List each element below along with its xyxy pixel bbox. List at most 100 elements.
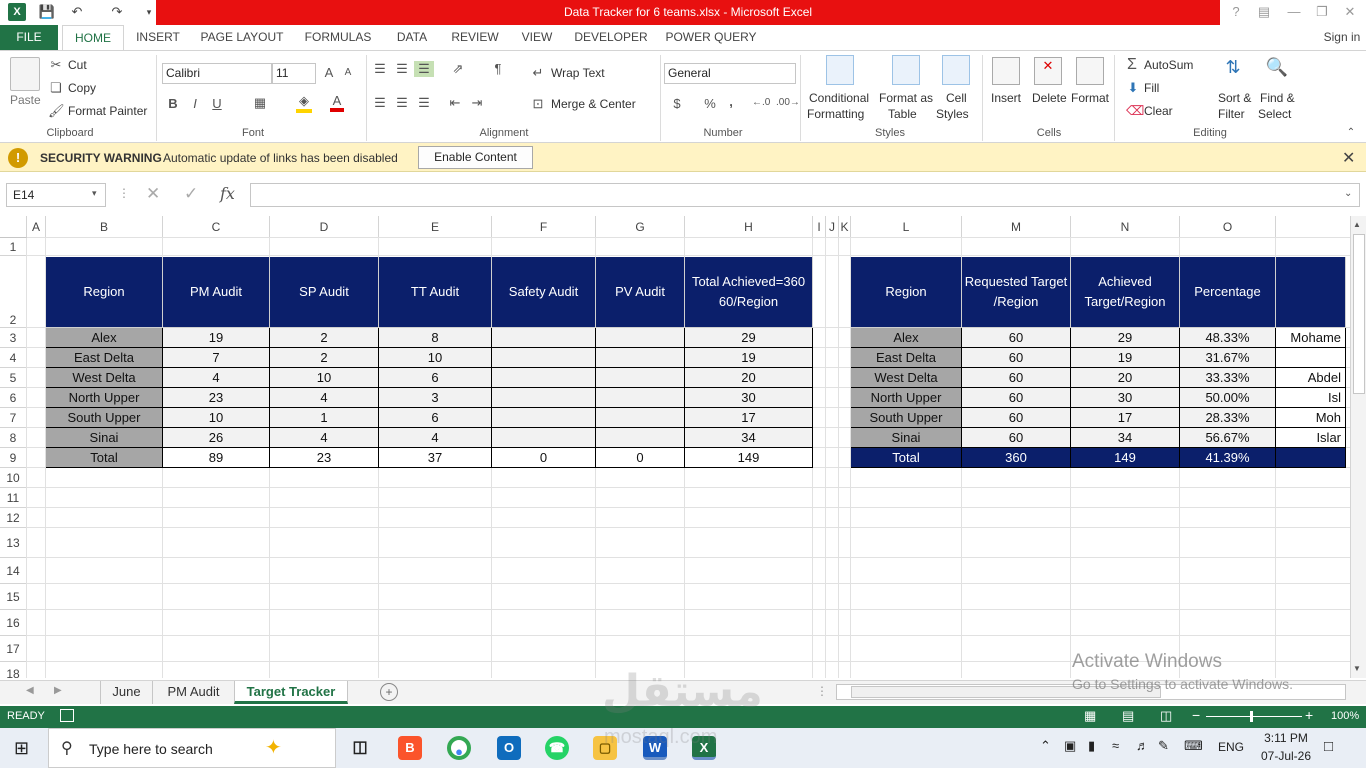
enable-content-button[interactable]: Enable Content — [418, 146, 533, 169]
table1-value-cell[interactable]: 19 — [685, 348, 813, 368]
battery-icon[interactable]: ▮ — [1088, 738, 1095, 754]
decrease-decimal-icon[interactable]: .00→ — [776, 97, 800, 108]
brave-browser-icon[interactable]: B — [398, 736, 422, 760]
column-header-o[interactable]: O — [1180, 216, 1276, 238]
tab-home[interactable]: HOME — [62, 25, 124, 50]
format-button[interactable]: Format — [1071, 91, 1109, 105]
whatsapp-icon[interactable]: ☎ — [545, 736, 569, 760]
increase-indent-icon[interactable]: ⇥ — [468, 95, 486, 111]
table2-name-cell[interactable]: Moh — [1276, 408, 1346, 428]
table2-value-cell[interactable]: 29 — [1071, 328, 1180, 348]
table2-value-cell[interactable]: 34 — [1071, 428, 1180, 448]
keyboard-icon[interactable]: ⌨ — [1184, 738, 1203, 754]
column-header-d[interactable]: D — [270, 216, 379, 238]
row-header-18[interactable]: 18 — [0, 662, 27, 678]
table1-header-cell[interactable]: PM Audit — [163, 257, 270, 328]
row-header-2[interactable]: 2 — [0, 256, 27, 328]
table1-value-cell[interactable]: 149 — [685, 448, 813, 468]
tab-review[interactable]: REVIEW — [448, 25, 502, 50]
table1-value-cell[interactable]: 10 — [163, 408, 270, 428]
row-header-15[interactable]: 15 — [0, 584, 27, 610]
middle-align-icon[interactable]: ☰ — [394, 61, 410, 77]
text-direction-icon[interactable]: ¶ — [488, 61, 508, 76]
table1-region-cell[interactable]: West Delta — [46, 368, 163, 388]
table2-value-cell[interactable]: 41.39% — [1180, 448, 1276, 468]
table2-value-cell[interactable]: 20 — [1071, 368, 1180, 388]
align-left-icon[interactable]: ☰ — [372, 95, 388, 111]
sort-filter-label-2[interactable]: Filter — [1218, 107, 1245, 121]
column-header-overflow[interactable] — [1276, 216, 1350, 238]
notifications-icon[interactable]: □ — [1324, 738, 1333, 755]
close-warning-icon[interactable]: ✕ — [1342, 148, 1355, 168]
column-header-g[interactable]: G — [596, 216, 685, 238]
table2-value-cell[interactable]: 56.67% — [1180, 428, 1276, 448]
scroll-down-icon[interactable]: ▼ — [1353, 664, 1361, 673]
table1-value-cell[interactable]: 7 — [163, 348, 270, 368]
table2-name-cell[interactable]: Islar — [1276, 428, 1346, 448]
network-meet-icon[interactable]: ▣ — [1064, 738, 1076, 754]
save-icon[interactable]: 💾 — [38, 3, 56, 21]
table2-region-cell[interactable]: South Upper — [851, 408, 962, 428]
table1-value-cell[interactable]: 8 — [379, 328, 492, 348]
table2-region-cell[interactable]: Alex — [851, 328, 962, 348]
shrink-font-icon[interactable]: A — [342, 67, 354, 78]
row-header-8[interactable]: 8 — [0, 428, 27, 448]
paste-button[interactable]: Paste — [10, 93, 41, 107]
percent-button[interactable]: % — [702, 96, 718, 111]
table1-value-cell[interactable] — [596, 388, 685, 408]
sheet-tab-june[interactable]: June — [100, 681, 152, 704]
table2-header-cell[interactable] — [1276, 257, 1346, 328]
cell-styles-label-2[interactable]: Styles — [936, 107, 969, 121]
sheet-tab-target-tracker[interactable]: Target Tracker — [234, 681, 348, 704]
table2-value-cell[interactable]: 60 — [962, 428, 1071, 448]
find-select-label-1[interactable]: Find & — [1260, 91, 1295, 105]
format-as-table-label-2[interactable]: Table — [888, 107, 917, 121]
sort-filter-label-1[interactable]: Sort & — [1218, 91, 1251, 105]
expand-formula-bar-icon[interactable]: ⌄ — [1344, 188, 1352, 199]
fill-color-icon[interactable]: ◈ — [296, 93, 312, 113]
table1-region-cell[interactable]: Sinai — [46, 428, 163, 448]
table1-value-cell[interactable]: 17 — [685, 408, 813, 428]
table2-name-cell[interactable]: Isl — [1276, 388, 1346, 408]
table2-region-cell[interactable]: Sinai — [851, 428, 962, 448]
format-as-table-label-1[interactable]: Format as — [879, 91, 933, 105]
table2-header-cell[interactable]: Achieved Target/Region — [1071, 257, 1180, 328]
column-header-e[interactable]: E — [379, 216, 492, 238]
table2-header-cell[interactable]: Requested Target /Region — [962, 257, 1071, 328]
table1-value-cell[interactable]: 19 — [163, 328, 270, 348]
row-header-5[interactable]: 5 — [0, 368, 27, 388]
table1-value-cell[interactable]: 34 — [685, 428, 813, 448]
input-language[interactable]: ENG — [1218, 740, 1244, 754]
table1-value-cell[interactable]: 6 — [379, 408, 492, 428]
prev-sheet-icon[interactable]: ◀ — [26, 685, 34, 696]
copy-button[interactable]: Copy — [68, 81, 96, 95]
pen-icon[interactable]: ✎ — [1158, 738, 1169, 754]
zoom-in-icon[interactable]: + — [1305, 707, 1313, 723]
table2-value-cell[interactable]: 17 — [1071, 408, 1180, 428]
table2-region-cell[interactable]: East Delta — [851, 348, 962, 368]
row-header-3[interactable]: 3 — [0, 328, 27, 348]
table1-value-cell[interactable]: 2 — [270, 328, 379, 348]
row-header-14[interactable]: 14 — [0, 558, 27, 584]
decrease-indent-icon[interactable]: ⇤ — [446, 95, 464, 111]
column-header-f[interactable]: F — [492, 216, 596, 238]
table1-value-cell[interactable]: 20 — [685, 368, 813, 388]
align-center-icon[interactable]: ☰ — [394, 95, 410, 111]
row-header-4[interactable]: 4 — [0, 348, 27, 368]
table2-region-cell[interactable]: Total — [851, 448, 962, 468]
row-header-17[interactable]: 17 — [0, 636, 27, 662]
windows-start-icon[interactable]: ⊞ — [14, 738, 29, 759]
insert-button[interactable]: Insert — [991, 91, 1021, 105]
minimize-icon[interactable]: — — [1284, 2, 1304, 22]
row-header-13[interactable]: 13 — [0, 528, 27, 558]
vertical-scroll-thumb[interactable] — [1353, 234, 1365, 394]
table1-header-cell[interactable]: SP Audit — [270, 257, 379, 328]
conditional-formatting-label-2[interactable]: Formatting — [807, 107, 864, 121]
borders-icon[interactable]: ▦ — [252, 95, 268, 111]
column-header-n[interactable]: N — [1071, 216, 1180, 238]
row-header-1[interactable]: 1 — [0, 238, 27, 256]
worksheet-grid[interactable]: A B C D E F G H I J K L M N O 1 2 3 4 5 6 7 8 9 10 11 12 13 14 15 16 17… — [0, 216, 1350, 678]
column-header-c[interactable]: C — [163, 216, 270, 238]
table2-name-cell[interactable]: Mohame — [1276, 328, 1346, 348]
table1-value-cell[interactable]: 23 — [163, 388, 270, 408]
